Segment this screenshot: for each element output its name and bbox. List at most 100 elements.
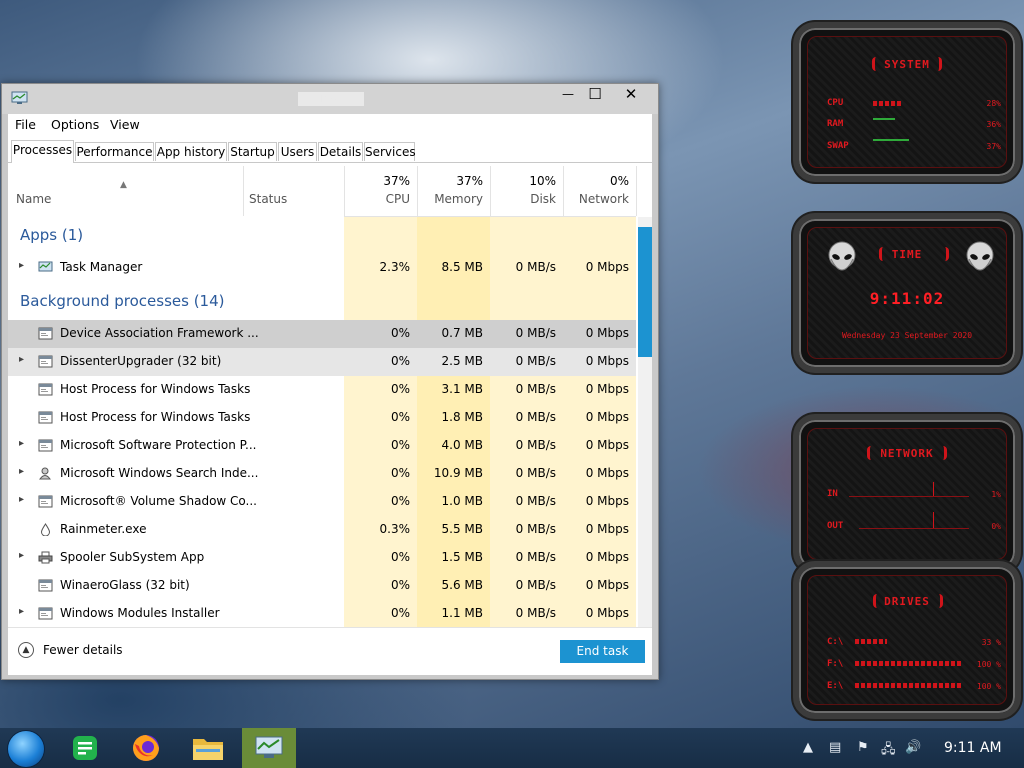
column-cpu[interactable]: 37% CPU — [344, 166, 417, 217]
title-bar[interactable]: Task Manager — ☐ ✕ — [2, 84, 658, 114]
process-cpu: 0% — [390, 606, 410, 620]
window-title: Task Manager — [298, 92, 364, 106]
drive-c-bar — [855, 639, 887, 644]
process-disk: 0 MB/s — [515, 354, 556, 368]
process-row[interactable]: ▸ DissenterUpgrader (32 bit) 0% 2.5 MB 0 MB/… — [8, 348, 636, 376]
taskbar-notes-app[interactable] — [58, 728, 112, 768]
menu-view[interactable]: View — [110, 117, 140, 132]
process-row[interactable]: ▸ Task Manager 2.3% 8.5 MB 0 MB/s 0 Mbps — [8, 254, 636, 282]
volume-icon[interactable]: 🔊 — [905, 740, 921, 755]
process-row[interactable]: ▸ Microsoft Software Protection P... 0% 4.0… — [8, 432, 636, 460]
action-center-icon[interactable]: ▤ — [829, 740, 841, 755]
process-memory: 1.8 MB — [441, 410, 483, 424]
process-row[interactable]: ▸ Windows Modules Installer 0% 1.1 MB 0 MB/s… — [8, 600, 636, 627]
search-user-icon — [38, 467, 53, 480]
process-name: Windows Modules Installer — [60, 606, 220, 620]
tab-processes[interactable]: Processes — [11, 140, 74, 163]
process-row[interactable]: WinaeroGlass (32 bit) 0% 5.6 MB 0 MB/s 0 Mbp… — [8, 572, 636, 600]
expand-chevron-icon[interactable]: ▸ — [19, 550, 24, 561]
process-row[interactable]: Host Process for Windows Tasks 0% 1.8 MB 0 … — [8, 404, 636, 432]
footer-bar: ▲ Fewer details End task — [8, 627, 652, 676]
close-button[interactable]: ✕ — [614, 84, 648, 106]
expand-chevron-icon[interactable]: ▸ — [19, 494, 24, 505]
fewer-details-link[interactable]: Fewer details — [43, 643, 123, 657]
column-memory[interactable]: 37% Memory — [417, 166, 490, 217]
cpu-total: 37% — [383, 174, 410, 188]
process-disk: 0 MB/s — [515, 466, 556, 480]
net-out-graph — [859, 528, 969, 529]
menu-options[interactable]: Options — [51, 117, 99, 132]
process-cpu: 0% — [390, 466, 410, 480]
process-network: 0 Mbps — [585, 606, 629, 620]
process-cpu: 0% — [390, 410, 410, 424]
column-status[interactable]: Status — [249, 192, 287, 206]
maximize-button[interactable]: ☐ — [578, 84, 612, 106]
drive-f-bar — [855, 661, 963, 666]
process-memory: 5.6 MB — [441, 578, 483, 592]
group-header-background[interactable]: Background processes (14) — [20, 292, 225, 310]
disk-label: Disk — [530, 192, 556, 206]
cpu-gadget-value: 28% — [986, 99, 1001, 108]
process-name: Host Process for Windows Tasks — [60, 382, 251, 396]
process-name: Microsoft® Volume Shadow Co... — [60, 494, 257, 508]
process-memory: 4.0 MB — [441, 438, 483, 452]
printer-icon — [38, 551, 53, 564]
network-icon[interactable]: 🖧 — [881, 740, 896, 762]
group-header-apps[interactable]: Apps (1) — [20, 226, 83, 244]
process-row[interactable]: ▸ Microsoft Windows Search Inde... 0% 10.9 … — [8, 460, 636, 488]
column-network[interactable]: 0% Network — [563, 166, 636, 217]
process-row[interactable]: Device Association Framework ... 0% 0.7 MB… — [8, 320, 636, 348]
menu-file[interactable]: File — [15, 117, 36, 132]
process-cpu: 0% — [390, 382, 410, 396]
process-name: Device Association Framework ... — [60, 326, 259, 340]
process-row[interactable]: Host Process for Windows Tasks 0% 3.1 MB 0 … — [8, 376, 636, 404]
taskbar-task-manager[interactable] — [242, 728, 296, 768]
process-cpu: 0% — [390, 326, 410, 340]
show-hidden-icons-chevron-icon[interactable]: ▲ — [803, 740, 813, 755]
sort-arrow-icon: ▲ — [120, 180, 127, 190]
taskbar-clock[interactable]: 9:11 AM — [944, 740, 1002, 756]
column-name[interactable]: Name — [16, 192, 51, 206]
chevron-up-icon[interactable]: ▲ — [18, 642, 34, 658]
firefox-icon — [133, 735, 159, 761]
taskbar-firefox[interactable] — [119, 728, 173, 768]
tab-users[interactable]: Users — [278, 142, 317, 161]
tab-services[interactable]: Services — [364, 142, 416, 161]
expand-chevron-icon[interactable]: ▸ — [19, 354, 24, 365]
expand-chevron-icon[interactable]: ▸ — [19, 606, 24, 617]
window-icon — [38, 439, 53, 452]
process-row[interactable]: Rainmeter.exe 0.3% 5.5 MB 0 MB/s 0 Mbps — [8, 516, 636, 544]
end-task-button[interactable]: End task — [560, 640, 645, 663]
process-cpu: 0% — [390, 494, 410, 508]
process-memory: 10.9 MB — [433, 466, 483, 480]
expand-chevron-icon[interactable]: ▸ — [19, 260, 24, 271]
tab-performance[interactable]: Performance — [75, 142, 154, 161]
column-disk[interactable]: 10% Disk — [490, 166, 563, 217]
process-row[interactable]: ▸ Spooler SubSystem App 0% 1.5 MB 0 MB/s 0 Mb… — [8, 544, 636, 572]
tab-strip: Processes Performance App history Startu… — [8, 140, 652, 163]
process-row[interactable]: ▸ Microsoft® Volume Shadow Co... 0% 1.0 MB 0… — [8, 488, 636, 516]
tab-startup[interactable]: Startup — [228, 142, 277, 161]
tab-app-history[interactable]: App history — [155, 142, 227, 161]
net-in-spike — [933, 482, 934, 496]
scrollbar-thumb[interactable] — [638, 227, 652, 357]
process-disk: 0 MB/s — [515, 606, 556, 620]
process-memory: 5.5 MB — [441, 522, 483, 536]
drive-c-label: C:\ — [827, 637, 844, 647]
green-notes-app-icon — [73, 736, 97, 760]
expand-chevron-icon[interactable]: ▸ — [19, 466, 24, 477]
process-memory: 1.0 MB — [441, 494, 483, 508]
expand-chevron-icon[interactable]: ▸ — [19, 438, 24, 449]
network-total: 0% — [609, 174, 629, 188]
taskbar-file-explorer[interactable] — [181, 728, 235, 768]
column-divider — [563, 166, 564, 216]
memory-total: 37% — [456, 174, 483, 188]
tab-details[interactable]: Details — [318, 142, 363, 161]
system-gadget-title: SYSTEM — [884, 58, 930, 71]
start-button[interactable] — [8, 731, 44, 767]
process-disk: 0 MB/s — [515, 578, 556, 592]
flag-icon[interactable]: ⚑ — [857, 740, 869, 755]
process-cpu: 0.3% — [379, 522, 411, 536]
process-disk: 0 MB/s — [515, 260, 556, 274]
process-disk: 0 MB/s — [515, 410, 556, 424]
